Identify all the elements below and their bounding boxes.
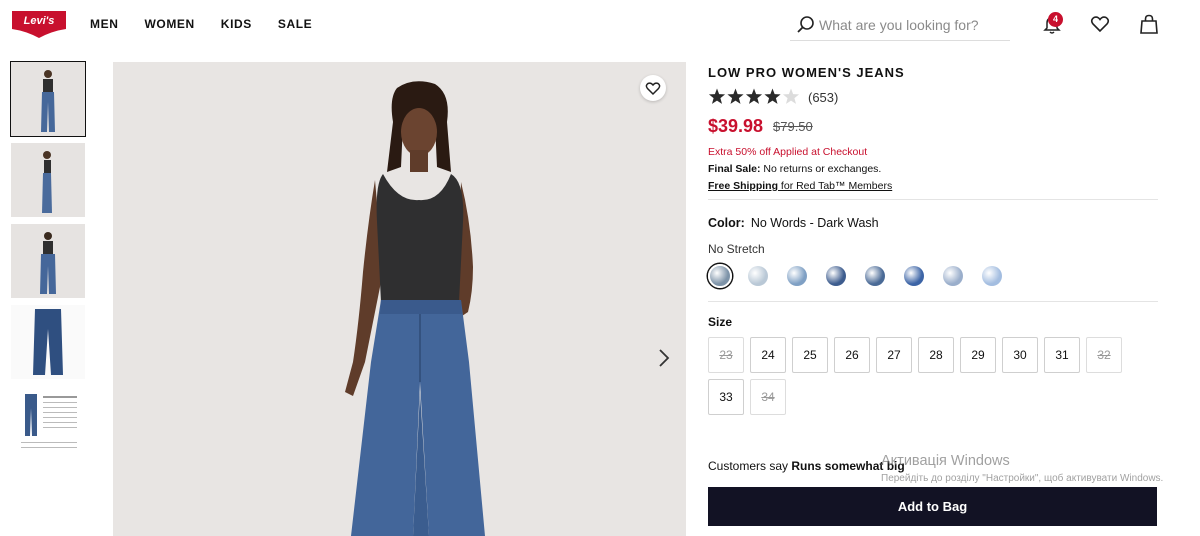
shopping-bag-icon[interactable] (1138, 13, 1160, 35)
thumbnail-flat[interactable] (11, 305, 85, 379)
final-sale-note: Final Sale: No returns or exchanges. (708, 163, 1158, 175)
search-bar (790, 11, 1010, 41)
notification-badge: 4 (1048, 12, 1063, 27)
star-rating-icon (708, 88, 800, 104)
site-header: Levi's MEN WOMEN KIDS SALE 4 (0, 0, 1200, 50)
divider (708, 199, 1158, 200)
star-filled-icon (745, 88, 763, 104)
star-empty-icon (782, 88, 800, 104)
size-option-32[interactable]: 32 (1086, 337, 1122, 373)
thumbnail-gallery (10, 61, 86, 467)
color-swatch[interactable] (943, 266, 963, 286)
size-option-31[interactable]: 31 (1044, 337, 1080, 373)
color-selector-label: Color: No Words - Dark Wash (708, 216, 1158, 230)
size-option-24[interactable]: 24 (750, 337, 786, 373)
thumbnail-side[interactable] (11, 143, 85, 217)
next-image-arrow-icon[interactable] (656, 346, 672, 370)
divider (708, 301, 1158, 302)
color-swatch[interactable] (787, 266, 807, 286)
main-product-image[interactable] (113, 62, 686, 536)
size-option-33[interactable]: 33 (708, 379, 744, 415)
thumbnail-front[interactable] (10, 61, 86, 137)
levis-logo[interactable]: Levi's (10, 9, 68, 39)
add-to-wishlist-button[interactable] (640, 75, 666, 101)
color-swatch[interactable] (708, 264, 732, 288)
sale-price: $39.98 (708, 116, 764, 136)
size-option-25[interactable]: 25 (792, 337, 828, 373)
size-option-30[interactable]: 30 (1002, 337, 1038, 373)
color-swatch[interactable] (826, 266, 846, 286)
model-illustration (113, 62, 686, 536)
star-filled-icon (764, 88, 781, 104)
final-sale-label: Final Sale: (708, 163, 761, 175)
promo-text: Extra 50% off Applied at Checkout (708, 146, 868, 158)
color-label: Color: (708, 216, 745, 230)
color-value: No Words - Dark Wash (750, 216, 879, 230)
product-rating[interactable]: (653) (708, 88, 1158, 110)
color-swatch[interactable] (982, 266, 1002, 286)
search-icon[interactable] (796, 15, 816, 35)
product-title: LOW PRO WOMEN'S JEANS (708, 65, 905, 80)
thumbnail-back[interactable] (11, 224, 85, 298)
size-selector: 23 24 25 26 27 28 29 30 31 32 33 34 (708, 337, 1158, 421)
svg-text:Levi's: Levi's (24, 15, 55, 27)
stretch-label: No Stretch (708, 242, 765, 256)
nav-women[interactable]: WOMEN (144, 17, 194, 31)
review-count[interactable]: (653) (808, 90, 838, 105)
size-option-28[interactable]: 28 (918, 337, 954, 373)
add-to-bag-button[interactable]: Add to Bag (708, 487, 1157, 526)
shipping-note: Free Shipping for Red Tab™ Members (708, 180, 1158, 192)
shipping-members-text[interactable]: ™ Members (835, 180, 892, 192)
nav-men[interactable]: MEN (90, 17, 118, 31)
star-filled-icon (727, 88, 744, 104)
free-shipping-link[interactable]: Free Shipping (708, 180, 778, 192)
size-option-27[interactable]: 27 (876, 337, 912, 373)
color-swatch[interactable] (904, 266, 924, 286)
size-option-23[interactable]: 23 (708, 337, 744, 373)
nav-kids[interactable]: KIDS (221, 17, 252, 31)
watermark-subtitle: Перейдіть до розділу "Настройки", щоб ак… (881, 473, 1164, 484)
color-swatches (708, 263, 1158, 289)
size-label: Size (708, 315, 733, 329)
star-filled-icon (708, 88, 726, 104)
original-price: $79.50 (773, 119, 813, 134)
windows-activation-watermark: Активація Windows Перейдіть до розділу "… (881, 453, 1181, 485)
fit-prefix: Customers say (708, 459, 792, 473)
size-option-26[interactable]: 26 (834, 337, 870, 373)
main-nav: MEN WOMEN KIDS SALE (90, 17, 338, 31)
final-sale-text: No returns or exchanges. (760, 163, 882, 175)
color-swatch[interactable] (748, 266, 768, 286)
nav-sale[interactable]: SALE (278, 17, 312, 31)
size-option-29[interactable]: 29 (960, 337, 996, 373)
color-swatch[interactable] (865, 266, 885, 286)
thumbnail-size-chart[interactable] (11, 386, 85, 460)
wishlist-heart-icon[interactable] (1089, 13, 1111, 35)
product-info-panel: LOW PRO WOMEN'S JEANS (653) $39.98 $79.5… (708, 62, 1158, 421)
size-option-34[interactable]: 34 (750, 379, 786, 415)
heart-icon (645, 82, 661, 96)
price-block: $39.98 $79.50 (708, 116, 1158, 138)
watermark-title: Активація Windows (881, 453, 1010, 469)
search-input[interactable] (819, 15, 1004, 35)
shipping-mid-text[interactable]: for Red Tab (778, 180, 835, 192)
fit-feedback: Customers say Runs somewhat big (708, 459, 905, 473)
